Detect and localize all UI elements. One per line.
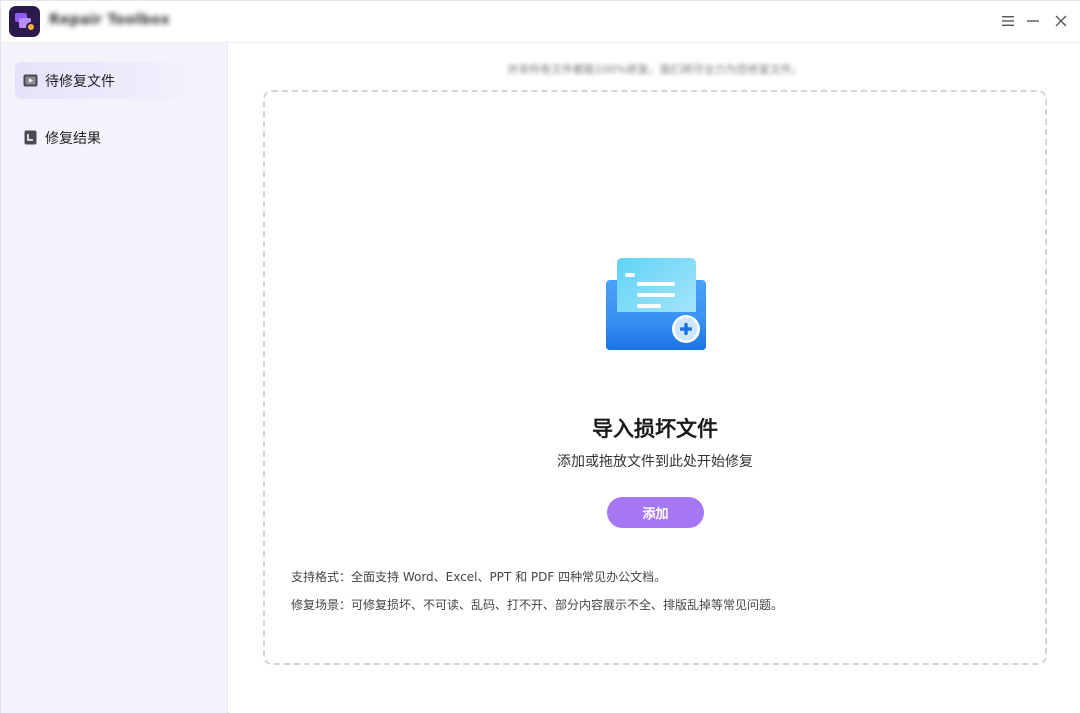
app-window: Repair Toolbox 待修复文件 修复结果 并非所有文件都能100%修复… <box>0 0 1080 713</box>
video-file-icon <box>23 73 38 88</box>
add-file-button[interactable]: 添加 <box>607 497 704 528</box>
app-logo-icon <box>9 6 40 37</box>
repair-scenarios-text: 修复场景：可修复损坏、不可读、乱码、打不开、部分内容展示不全、排版乱掉等常见问题… <box>291 598 784 612</box>
add-file-folder-icon <box>604 258 709 354</box>
repair-notice: 并非所有文件都能100%修复，我们将尽全力为您修复文件。 <box>507 63 803 76</box>
drop-zone-title: 导入损坏文件 <box>592 417 718 441</box>
sidebar-item-pending-files[interactable]: 待修复文件 <box>15 62 205 99</box>
close-icon[interactable] <box>1051 11 1071 31</box>
app-title: Repair Toolbox <box>49 12 170 28</box>
file-drop-zone[interactable]: 导入损坏文件 添加或拖放文件到此处开始修复 添加 支持格式：全面支持 Word、… <box>263 90 1047 665</box>
sidebar-item-repair-results[interactable]: 修复结果 <box>15 119 205 156</box>
result-document-icon <box>23 130 38 145</box>
drop-zone-subtitle: 添加或拖放文件到此处开始修复 <box>557 454 753 470</box>
main-content: 并非所有文件都能100%修复，我们将尽全力为您修复文件。 导入损坏文件 添加或拖… <box>229 43 1080 713</box>
title-bar: Repair Toolbox <box>1 1 1080 43</box>
sidebar-item-label: 待修复文件 <box>45 73 115 90</box>
sidebar-item-label: 修复结果 <box>45 130 101 147</box>
supported-formats-text: 支持格式：全面支持 Word、Excel、PPT 和 PDF 四种常见办公文档。 <box>291 570 667 584</box>
hamburger-menu-icon[interactable] <box>998 11 1018 31</box>
minimize-icon[interactable] <box>1023 11 1043 31</box>
sidebar: 待修复文件 修复结果 <box>1 43 228 713</box>
